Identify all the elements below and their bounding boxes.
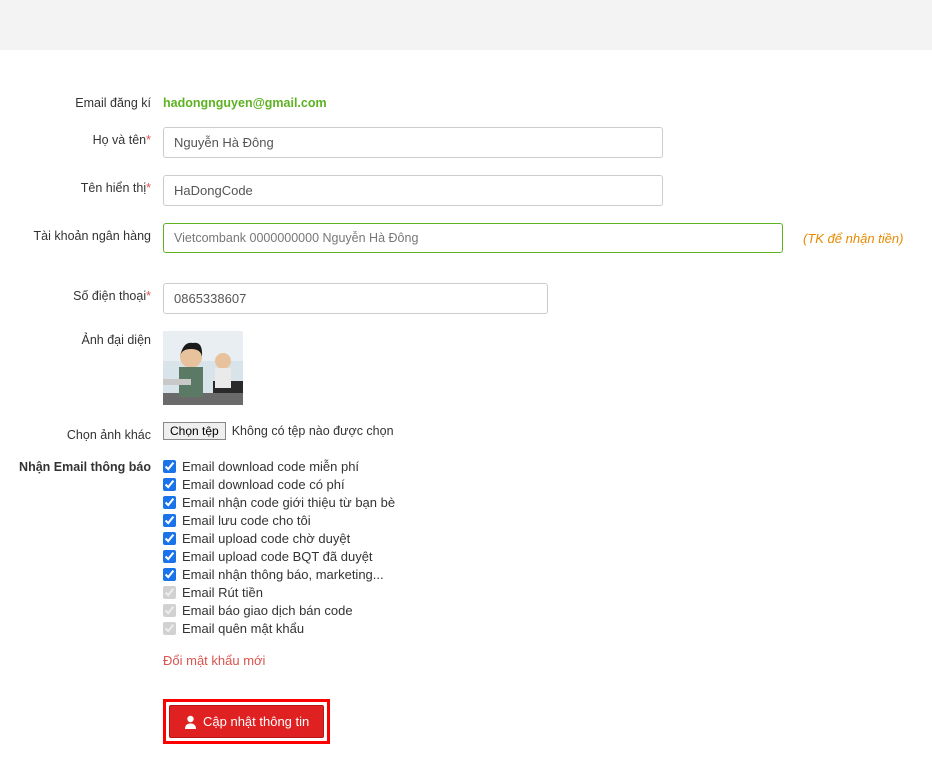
checkbox-row[interactable]: Email nhận thông báo, marketing... [163, 567, 932, 582]
checkbox-label: Email báo giao dịch bán code [182, 603, 353, 618]
checkbox-input[interactable] [163, 496, 176, 509]
checkbox-label: Email download code có phí [182, 477, 345, 492]
checkbox-label: Email download code miễn phí [182, 459, 359, 474]
checkbox-row[interactable]: Email download code miễn phí [163, 459, 932, 474]
checkbox-row[interactable]: Email upload code chờ duyệt [163, 531, 932, 546]
label-displayname: Tên hiển thị* [0, 175, 163, 195]
checkbox-input[interactable] [163, 532, 176, 545]
displayname-input[interactable] [163, 175, 663, 206]
checkbox-input[interactable] [163, 460, 176, 473]
checkbox-label: Email nhận thông báo, marketing... [182, 567, 384, 582]
choose-file-button[interactable]: Chọn tệp [163, 422, 226, 440]
topbar [0, 0, 932, 50]
label-bank: Tài khoản ngân hàng [0, 223, 163, 243]
checkbox-input[interactable] [163, 568, 176, 581]
label-phone: Số điện thoại* [0, 283, 163, 303]
label-fullname: Họ và tên* [0, 127, 163, 147]
checkbox-input [163, 604, 176, 617]
bank-hint: (TK để nhận tiền) [803, 231, 903, 246]
checkbox-input[interactable] [163, 514, 176, 527]
checkbox-input [163, 586, 176, 599]
file-status: Không có tệp nào được chọn [232, 424, 394, 438]
checkbox-label: Email upload code BQT đã duyệt [182, 549, 373, 564]
fullname-input[interactable] [163, 127, 663, 158]
checkbox-row: Email quên mật khẩu [163, 621, 932, 636]
checkbox-label: Email Rút tiền [182, 585, 263, 600]
label-notify: Nhận Email thông báo [0, 459, 163, 474]
avatar-image [163, 331, 243, 405]
checkbox-input[interactable] [163, 550, 176, 563]
checkbox-label: Email nhận code giới thiệu từ bạn bè [182, 495, 395, 510]
checkbox-label: Email quên mật khẩu [182, 621, 304, 636]
checkbox-row[interactable]: Email upload code BQT đã duyệt [163, 549, 932, 564]
submit-label: Cập nhật thông tin [203, 714, 309, 729]
user-icon [184, 715, 197, 729]
label-choose-other: Chọn ảnh khác [0, 422, 163, 442]
label-email: Email đăng kí [0, 90, 163, 110]
checkbox-input [163, 622, 176, 635]
checkbox-label: Email lưu code cho tôi [182, 513, 311, 528]
email-notify-checklist: Email download code miễn phí Email downlo… [163, 459, 932, 636]
email-value: hadongnguyen@gmail.com [163, 90, 327, 110]
submit-button[interactable]: Cập nhật thông tin [169, 705, 324, 738]
checkbox-input[interactable] [163, 478, 176, 491]
change-password-link[interactable]: Đổi mật khẩu mới [163, 653, 265, 668]
submit-highlight: Cập nhật thông tin [163, 699, 330, 744]
checkbox-row[interactable]: Email nhận code giới thiệu từ bạn bè [163, 495, 932, 510]
label-avatar: Ảnh đại diện [0, 331, 163, 347]
bank-input[interactable] [163, 223, 783, 253]
profile-form: Email đăng kí hadongnguyen@gmail.com Họ … [0, 50, 932, 784]
checkbox-row[interactable]: Email download code có phí [163, 477, 932, 492]
checkbox-row[interactable]: Email lưu code cho tôi [163, 513, 932, 528]
phone-input[interactable] [163, 283, 548, 314]
checkbox-row: Email báo giao dịch bán code [163, 603, 932, 618]
checkbox-row: Email Rút tiền [163, 585, 932, 600]
checkbox-label: Email upload code chờ duyệt [182, 531, 350, 546]
